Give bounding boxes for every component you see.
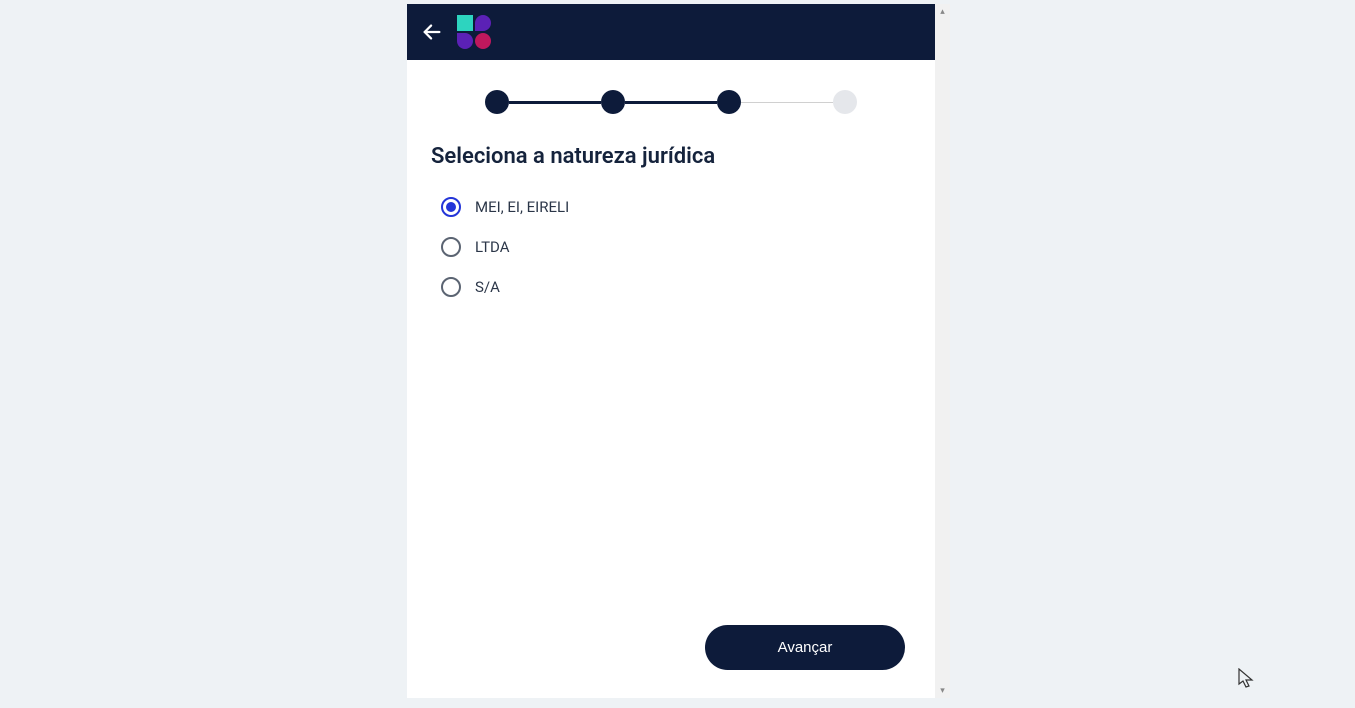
back-button[interactable]	[417, 17, 447, 47]
scroll-up-icon[interactable]: ▴	[935, 4, 950, 19]
progress-stepper	[431, 84, 911, 144]
radio-label: LTDA	[475, 238, 510, 256]
radio-label: MEI, EI, EIRELI	[475, 198, 569, 216]
question-title: Seleciona a natureza jurídica	[431, 144, 911, 169]
radio-option-mei[interactable]: MEI, EI, EIRELI	[441, 197, 911, 217]
scrollbar[interactable]: ▴ ▾	[935, 4, 950, 698]
form-content: Seleciona a natureza jurídica MEI, EI, E…	[407, 60, 935, 625]
step-connector	[625, 101, 717, 104]
cursor-icon	[1238, 668, 1256, 690]
form-panel: Seleciona a natureza jurídica MEI, EI, E…	[407, 4, 935, 698]
radio-label: S/A	[475, 278, 500, 296]
radio-option-sa[interactable]: S/A	[441, 277, 911, 297]
step-4-dot	[833, 90, 857, 114]
step-3-dot	[717, 90, 741, 114]
form-footer: Avançar	[407, 625, 935, 698]
step-1-dot	[485, 90, 509, 114]
scroll-down-icon[interactable]: ▾	[935, 683, 950, 698]
radio-indicator	[441, 197, 461, 217]
radio-option-ltda[interactable]: LTDA	[441, 237, 911, 257]
arrow-left-icon	[421, 21, 443, 43]
radio-group: MEI, EI, EIRELI LTDA S/A	[431, 197, 911, 297]
app-logo	[457, 15, 491, 49]
next-button[interactable]: Avançar	[705, 625, 905, 670]
radio-indicator	[441, 237, 461, 257]
step-connector	[509, 101, 601, 104]
header-bar	[407, 4, 935, 60]
radio-indicator	[441, 277, 461, 297]
step-connector	[741, 102, 833, 103]
step-2-dot	[601, 90, 625, 114]
